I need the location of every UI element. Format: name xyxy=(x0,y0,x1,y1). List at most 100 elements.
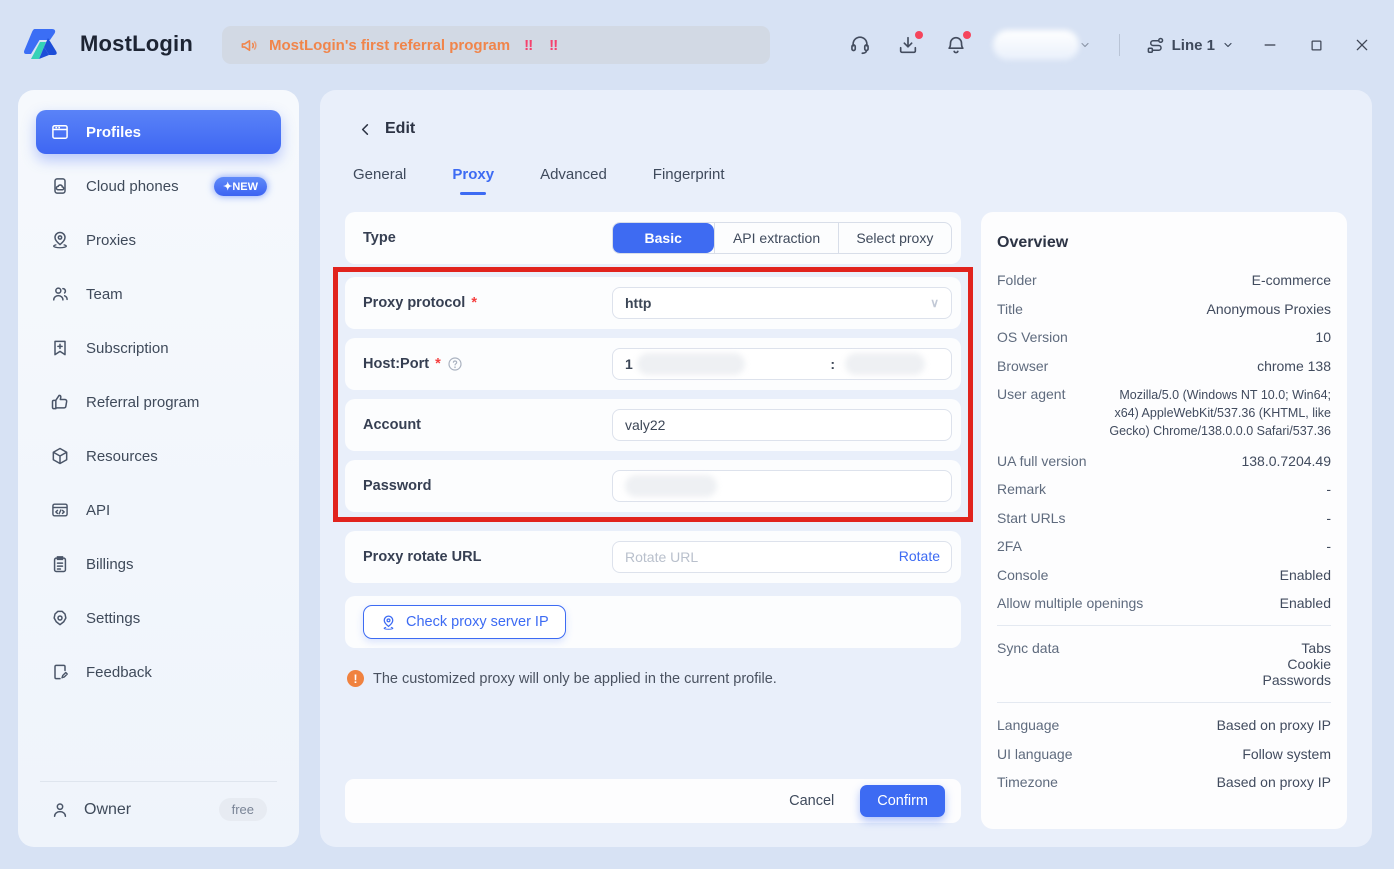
divider xyxy=(1119,34,1120,56)
account-row: Account xyxy=(345,399,961,451)
notification-dot xyxy=(963,31,971,39)
sidebar-item-label: Profiles xyxy=(86,124,267,141)
host-redacted xyxy=(637,353,745,375)
notification-dot xyxy=(915,31,923,39)
account-selector[interactable] xyxy=(993,28,1093,62)
download-icon[interactable] xyxy=(897,34,919,56)
maximize-button[interactable] xyxy=(1306,35,1326,55)
check-proxy-ip-button[interactable]: Check proxy server IP xyxy=(363,605,566,639)
tab-advanced[interactable]: Advanced xyxy=(534,166,613,195)
password-label: Password xyxy=(363,478,612,494)
sidebar-item-label: Feedback xyxy=(86,664,267,681)
proxy-rotate-row: Proxy rotate URL Rotate xyxy=(345,531,961,583)
form-footer: Cancel Confirm xyxy=(345,779,961,823)
sidebar-item-settings[interactable]: Settings xyxy=(36,596,281,640)
overview-row-title: Title Anonymous Proxies xyxy=(997,301,1331,317)
proxy-protocol-value: http xyxy=(625,295,651,311)
browser-window-icon xyxy=(50,122,70,142)
sidebar: Profiles Cloud phones ✦NEW Proxies Team … xyxy=(18,90,299,847)
sidebar-item-profiles[interactable]: Profiles xyxy=(36,110,281,154)
banner-text: MostLogin's first referral program xyxy=(269,37,510,54)
app-logo: MostLogin xyxy=(22,21,193,67)
highlight-box: Proxy protocol * http ∨ Host:Port * xyxy=(333,267,973,522)
minimize-button[interactable] xyxy=(1260,35,1280,55)
exclamation-icon: ‼ xyxy=(524,37,535,54)
bell-icon[interactable] xyxy=(945,34,967,56)
location-pin-icon xyxy=(50,230,70,250)
sidebar-item-cloud-phones[interactable]: Cloud phones ✦NEW xyxy=(36,164,281,208)
chevron-down-icon: ∨ xyxy=(930,296,939,310)
sidebar-item-referral-program[interactable]: Referral program xyxy=(36,380,281,424)
account-input[interactable] xyxy=(612,409,952,441)
back-chevron-icon xyxy=(358,122,373,137)
divider xyxy=(40,781,277,782)
segment-basic[interactable]: Basic xyxy=(612,223,714,253)
sidebar-item-team[interactable]: Team xyxy=(36,272,281,316)
page-title: Edit xyxy=(385,120,415,138)
overview-row-2fa: 2FA - xyxy=(997,538,1331,554)
type-label: Type xyxy=(363,230,612,246)
close-button[interactable] xyxy=(1352,35,1372,55)
proxy-rotate-label: Proxy rotate URL xyxy=(363,549,612,565)
sidebar-item-resources[interactable]: Resources xyxy=(36,434,281,478)
referral-banner[interactable]: MostLogin's first referral program ‼ ‼ xyxy=(222,26,770,64)
host-port-input[interactable]: 1 : xyxy=(612,348,952,380)
overview-row-remark: Remark - xyxy=(997,481,1331,497)
sidebar-item-feedback[interactable]: Feedback xyxy=(36,650,281,694)
type-row: Type Basic API extraction Select proxy xyxy=(345,212,961,264)
line-label: Line 1 xyxy=(1172,37,1215,54)
rotate-button[interactable]: Rotate xyxy=(899,548,940,564)
password-row: Password xyxy=(345,460,961,512)
billing-clipboard-icon xyxy=(50,554,70,574)
person-icon xyxy=(50,800,70,820)
sidebar-item-label: API xyxy=(86,502,267,519)
proxy-form: Type Basic API extraction Select proxy P… xyxy=(345,212,961,687)
password-input[interactable] xyxy=(612,470,952,502)
api-window-icon xyxy=(50,500,70,520)
help-icon[interactable] xyxy=(447,356,463,372)
sidebar-footer: Owner free xyxy=(36,781,281,829)
chevron-down-icon xyxy=(1079,39,1091,51)
sidebar-item-subscription[interactable]: Subscription xyxy=(36,326,281,370)
owner-account[interactable]: Owner free xyxy=(36,798,281,829)
sidebar-item-billings[interactable]: Billings xyxy=(36,542,281,586)
feedback-document-icon xyxy=(50,662,70,682)
main-panel: Edit General Proxy Advanced Fingerprint … xyxy=(320,90,1372,847)
segment-select-proxy[interactable]: Select proxy xyxy=(838,223,951,253)
account-label: Account xyxy=(363,417,612,433)
tab-bar: General Proxy Advanced Fingerprint xyxy=(347,166,731,195)
overview-title: Overview xyxy=(997,234,1331,252)
topbar-actions: Line 1 xyxy=(849,0,1372,90)
proxy-protocol-label: Proxy protocol xyxy=(363,295,465,311)
tab-fingerprint[interactable]: Fingerprint xyxy=(647,166,731,195)
host-port-row: Host:Port * 1 : xyxy=(345,338,961,390)
proxy-type-segmented-control: Basic API extraction Select proxy xyxy=(612,222,952,254)
mostlogin-logo-icon xyxy=(22,21,68,67)
back-navigation[interactable]: Edit xyxy=(358,120,415,138)
required-asterisk: * xyxy=(471,295,477,311)
location-pin-icon xyxy=(380,614,397,631)
overview-row-console: Console Enabled xyxy=(997,567,1331,583)
sidebar-item-label: Referral program xyxy=(86,394,267,411)
confirm-button[interactable]: Confirm xyxy=(860,785,945,817)
route-icon xyxy=(1146,36,1165,55)
sidebar-item-api[interactable]: API xyxy=(36,488,281,532)
cloud-phone-icon xyxy=(50,176,70,196)
overview-row-ua-full-version: UA full version 138.0.7204.49 xyxy=(997,453,1331,469)
warning-text: The customized proxy will only be applie… xyxy=(373,671,777,687)
tab-proxy[interactable]: Proxy xyxy=(446,166,500,195)
segment-api-extraction[interactable]: API extraction xyxy=(714,223,837,253)
proxy-protocol-select[interactable]: http ∨ xyxy=(612,287,952,319)
warning-icon: ! xyxy=(347,670,364,687)
proxy-protocol-row: Proxy protocol * http ∨ xyxy=(345,277,961,329)
overview-row-folder: Folder E-commerce xyxy=(997,272,1331,288)
line-selector[interactable]: Line 1 xyxy=(1146,36,1234,55)
colon-separator: : xyxy=(830,356,835,372)
sidebar-item-proxies[interactable]: Proxies xyxy=(36,218,281,262)
tab-general[interactable]: General xyxy=(347,166,412,195)
support-headset-icon[interactable] xyxy=(849,34,871,56)
sidebar-item-label: Settings xyxy=(86,610,267,627)
check-proxy-ip-label: Check proxy server IP xyxy=(406,614,549,630)
account-name-redacted xyxy=(993,30,1079,60)
cancel-button[interactable]: Cancel xyxy=(789,793,834,809)
